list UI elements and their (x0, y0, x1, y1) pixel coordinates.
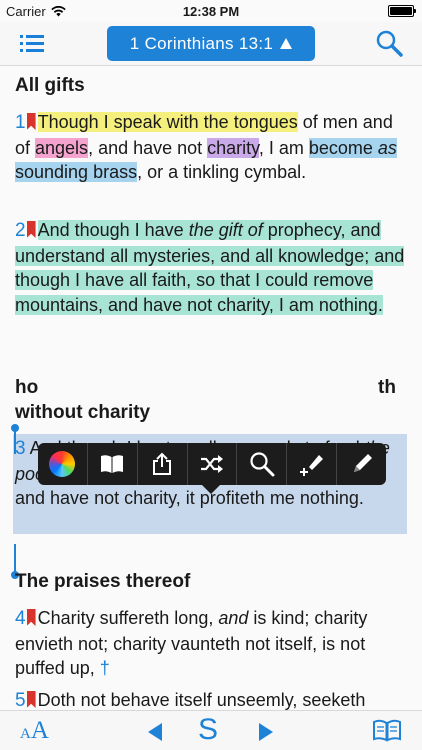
book-icon (101, 455, 124, 473)
verse-number[interactable]: 1 (15, 112, 26, 133)
font-size-button[interactable]: AA (20, 717, 49, 745)
color-wheel-icon (49, 451, 76, 477)
bookmark-icon[interactable] (26, 221, 36, 238)
open-book-icon[interactable] (372, 718, 402, 742)
section-heading: The praises thereof (15, 571, 191, 592)
search-icon[interactable] (375, 29, 403, 57)
verse-number[interactable]: 3 (15, 438, 26, 459)
share-button[interactable] (138, 443, 188, 485)
verse-number[interactable]: 2 (15, 220, 26, 241)
battery-icon (388, 5, 416, 17)
magnify-icon (250, 452, 275, 477)
section-heading-partial-2: without charity (15, 402, 151, 423)
reference-button[interactable]: 1 Corinthians 13:1 (107, 26, 315, 61)
bookmark-icon[interactable] (26, 113, 36, 130)
verse-number[interactable]: 4 (15, 608, 26, 629)
section-heading-partial: ho th (15, 377, 396, 398)
triangle-up-icon (280, 38, 293, 49)
toolbar-pointer (202, 485, 220, 494)
footnote-dagger[interactable]: † (100, 658, 110, 678)
highlighter-icon (299, 455, 323, 476)
bible-text[interactable]: All gifts 1 Though I speak with the tongu… (0, 66, 422, 710)
status-time: 12:38 PM (182, 4, 240, 19)
bookmark-icon[interactable] (26, 691, 36, 708)
pencil-icon (353, 454, 372, 472)
selection-toolbar (38, 443, 386, 485)
verse-1[interactable]: 1 Though I speak with the tongues of men … (15, 110, 410, 185)
reference-label: 1 Corinthians 13:1 (129, 33, 274, 53)
section-heading: All gifts (15, 75, 85, 96)
share-icon (153, 452, 172, 475)
verse-2[interactable]: 2 And though I have the gift of prophecy,… (15, 218, 410, 317)
verse-5[interactable]: 5 Doth not behave itself unseemly, seeket… (15, 688, 410, 710)
bookmark-icon[interactable] (26, 609, 36, 626)
magnify-button[interactable] (237, 443, 288, 485)
nav-bar: 1 Corinthians 13:1 (0, 22, 422, 66)
highlight-button[interactable] (287, 443, 338, 485)
verse-4[interactable]: 4 Charity suffereth long, and is kind; ch… (15, 606, 410, 681)
book-button[interactable] (88, 443, 138, 485)
shuffle-icon (201, 455, 223, 473)
prev-icon[interactable] (148, 723, 162, 741)
menu-icon[interactable] (20, 33, 44, 53)
shuffle-button[interactable] (188, 443, 238, 485)
bottom-toolbar: AA S (0, 710, 422, 750)
next-icon[interactable] (259, 723, 273, 741)
strongs-button[interactable]: S (198, 713, 218, 747)
verse-number[interactable]: 5 (15, 690, 26, 710)
note-button[interactable] (337, 443, 386, 485)
status-bar: Carrier 12:38 PM (0, 0, 422, 22)
color-button[interactable] (38, 443, 88, 485)
